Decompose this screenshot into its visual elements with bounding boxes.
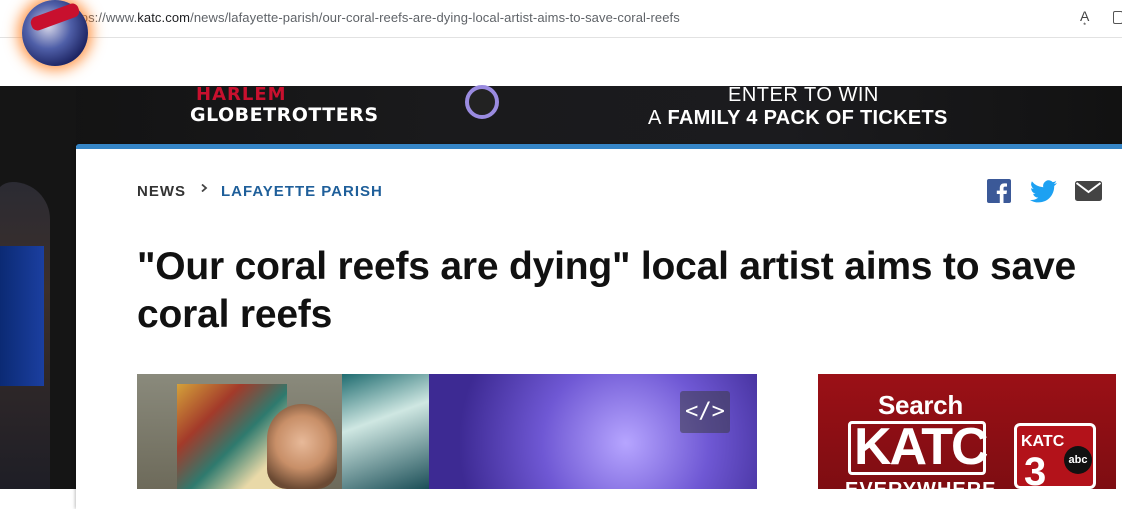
side-ad-search-text: Search xyxy=(878,390,963,420)
twitter-icon[interactable] xyxy=(1030,180,1057,203)
read-aloud-icon[interactable]: A͙ xyxy=(1080,8,1089,24)
address-bar[interactable]: https://www.katc.com/news/lafayette-pari… xyxy=(0,0,1122,38)
image-fish-eye xyxy=(465,85,499,119)
article-headline: "Our coral reefs are dying" local artist… xyxy=(137,245,1076,336)
ad-player-jersey xyxy=(0,246,44,386)
image-painting-2 xyxy=(342,374,429,489)
ad-brand-top: HARLEM xyxy=(196,84,287,105)
side-ad-brand: KATC xyxy=(854,418,989,476)
ad-line-2-bold: FAMILY 4 PACK OF TICKETS xyxy=(667,107,948,129)
ad-banner[interactable] xyxy=(0,86,1122,146)
ad-line-2-prefix: A xyxy=(648,107,662,129)
article-image[interactable] xyxy=(137,374,757,489)
ad-line-2: A FAMILY 4 PACK OF TICKETS xyxy=(648,107,948,130)
katc-logo-number: 3 xyxy=(1024,450,1047,494)
tab-icon[interactable] xyxy=(1113,11,1122,24)
breadcrumb-lafayette-parish[interactable]: LAFAYETTE PARISH xyxy=(221,183,383,200)
facebook-icon[interactable] xyxy=(987,179,1011,203)
ad-brand-name: GLOBETROTTERS xyxy=(190,104,379,126)
url-text[interactable]: https://www.katc.com/news/lafayette-pari… xyxy=(66,10,680,25)
abc-logo: abc xyxy=(1064,446,1092,474)
header-gap xyxy=(0,38,1122,86)
email-icon[interactable] xyxy=(1075,181,1102,201)
embed-button[interactable]: </> xyxy=(680,391,730,433)
breadcrumb-news[interactable]: NEWS xyxy=(137,183,186,200)
chevron-right-icon xyxy=(201,184,208,192)
side-ad-tagline: EVERYWHERE xyxy=(845,479,997,501)
url-path: /news/lafayette-parish/our-coral-reefs-a… xyxy=(190,10,680,25)
ad-line-1: ENTER TO WIN xyxy=(728,84,879,106)
ad-side-image[interactable] xyxy=(0,86,76,489)
url-domain: katc.com xyxy=(137,10,191,25)
image-artist-portrait xyxy=(267,404,337,489)
katc-logo-text: KATC xyxy=(1021,433,1065,450)
